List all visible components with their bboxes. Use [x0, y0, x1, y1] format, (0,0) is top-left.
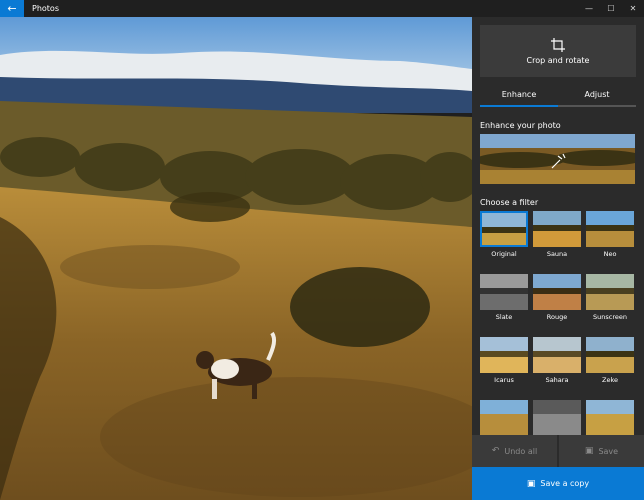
minimize-button[interactable]: —	[578, 0, 600, 17]
filter-extra-3[interactable]	[586, 400, 634, 435]
filter-thumbnail	[480, 274, 528, 310]
filter-title: Choose a filter	[480, 198, 539, 207]
back-button[interactable]: ←	[0, 0, 24, 17]
filter-label: Original	[491, 250, 517, 258]
filter-label: Icarus	[494, 376, 514, 384]
undo-label: Undo all	[504, 446, 538, 456]
enhance-preview	[480, 134, 635, 184]
filter-label: Slate	[495, 313, 513, 321]
filter-label: Sauna	[546, 250, 568, 258]
filter-neo[interactable]: Neo	[586, 211, 634, 258]
filter-label: Sahara	[545, 376, 569, 384]
filter-label: Sunscreen	[593, 313, 627, 321]
filter-rouge[interactable]: Rouge	[533, 274, 581, 321]
maximize-button[interactable]: ☐	[600, 0, 622, 17]
save-a-copy-button[interactable]: ▣ Save a copy	[472, 467, 644, 500]
crop-label: Crop and rotate	[526, 55, 590, 65]
filter-grid: Original Sauna Neo Slate Rouge Sunscreen…	[480, 211, 636, 435]
filter-thumbnail	[533, 211, 581, 247]
filter-zeke[interactable]: Zeke	[586, 337, 634, 384]
filter-thumbnail	[480, 211, 528, 247]
filter-extra-1[interactable]	[480, 400, 528, 435]
filter-thumbnail	[586, 337, 634, 373]
landscape-photo	[0, 17, 472, 500]
tab-adjust[interactable]: Adjust	[558, 83, 636, 107]
filter-label: Rouge	[546, 313, 568, 321]
filter-thumbnail	[480, 400, 528, 435]
filter-extra-2[interactable]	[533, 400, 581, 435]
edit-panel: Crop and rotate Enhance Adjust Enhance y…	[472, 17, 644, 500]
save-icon: ▣	[584, 446, 594, 456]
filter-sauna[interactable]: Sauna	[533, 211, 581, 258]
close-button[interactable]: ✕	[622, 0, 644, 17]
filter-sahara[interactable]: Sahara	[533, 337, 581, 384]
title-bar: ← Photos — ☐ ✕	[0, 0, 644, 17]
filter-label: Zeke	[602, 376, 618, 384]
filter-thumbnail	[533, 400, 581, 435]
tab-enhance[interactable]: Enhance	[480, 83, 558, 107]
photo-canvas[interactable]	[0, 17, 472, 500]
filter-sunscreen[interactable]: Sunscreen	[586, 274, 634, 321]
crop-and-rotate-button[interactable]: Crop and rotate	[480, 25, 636, 77]
app-title: Photos	[32, 4, 59, 13]
filter-thumbnail	[586, 400, 634, 435]
filter-slate[interactable]: Slate	[480, 274, 528, 321]
save-label: Save	[598, 446, 619, 456]
undo-icon: ↶	[491, 446, 500, 456]
filter-thumbnail	[533, 274, 581, 310]
window-controls: — ☐ ✕	[578, 0, 644, 17]
undo-all-button[interactable]: ↶ Undo all	[472, 435, 557, 467]
filter-label: Neo	[603, 250, 617, 258]
filter-original[interactable]: Original	[480, 211, 528, 258]
back-arrow-icon: ←	[7, 2, 17, 15]
edit-tabs: Enhance Adjust	[480, 83, 636, 107]
save-copy-label: Save a copy	[540, 479, 590, 488]
filter-thumbnail	[480, 337, 528, 373]
save-copy-icon: ▣	[526, 478, 536, 489]
enhance-slider[interactable]	[480, 134, 635, 184]
filter-thumbnail	[586, 211, 634, 247]
filter-icarus[interactable]: Icarus	[480, 337, 528, 384]
filter-thumbnail	[533, 337, 581, 373]
save-button[interactable]: ▣ Save	[559, 435, 644, 467]
action-bar: ↶ Undo all ▣ Save	[472, 435, 644, 467]
enhance-title: Enhance your photo	[480, 121, 561, 130]
filter-thumbnail	[586, 274, 634, 310]
crop-icon	[551, 37, 565, 52]
